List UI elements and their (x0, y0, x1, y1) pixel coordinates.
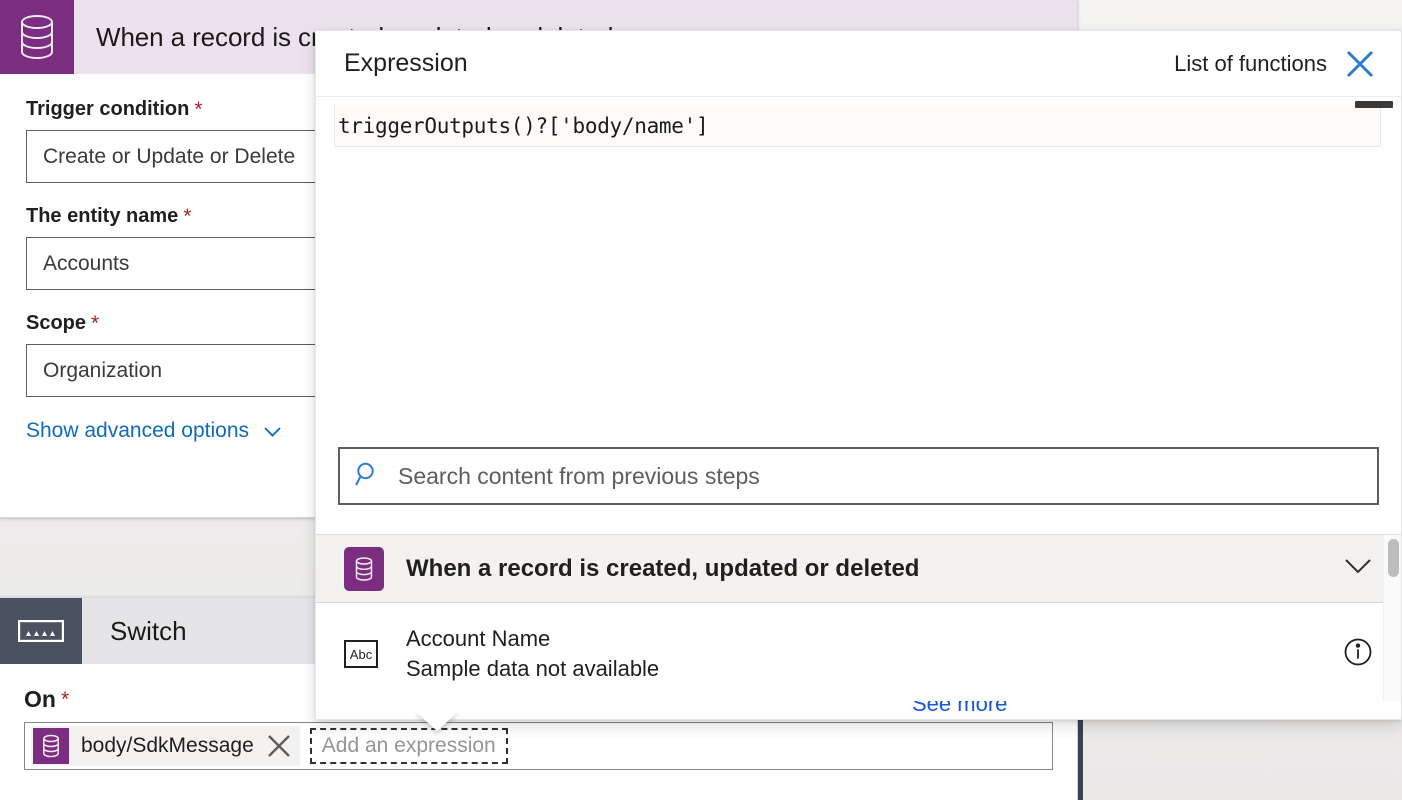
chevron-down-icon[interactable] (1341, 555, 1375, 582)
result-group-label: When a record is created, updated or del… (406, 554, 920, 582)
list-item-text: Account Name Sample data not available (406, 624, 659, 685)
add-expression-field[interactable]: Add an expression (309, 728, 508, 764)
search-input-placeholder: Search content from previous steps (398, 462, 760, 489)
callout-pointer (415, 711, 459, 731)
entity-name-value: Accounts (43, 251, 130, 275)
search-icon (354, 460, 382, 493)
info-icon[interactable] (1341, 635, 1375, 674)
expression-editor-scrollbar[interactable] (1355, 101, 1393, 108)
trigger-condition-label-text: Trigger condition (26, 98, 190, 120)
scope-label-text: Scope (26, 312, 87, 334)
results-scrollbar-thumb[interactable] (1388, 539, 1399, 577)
database-icon (33, 728, 69, 764)
database-icon (344, 546, 384, 591)
database-icon (0, 0, 74, 74)
expression-editor-wrap: triggerOutputs()?['body/name'] (316, 97, 1401, 147)
required-asterisk: * (183, 205, 192, 228)
expression-flyout-panel[interactable]: Expression List of functions triggerOutp… (315, 30, 1402, 720)
abc-text-icon: Abc (344, 640, 378, 668)
required-asterisk: * (60, 688, 70, 711)
show-advanced-options-button[interactable]: Show advanced options (26, 419, 283, 443)
flyout-footer: See more (316, 701, 1401, 719)
entity-name-label-text: The entity name (26, 205, 179, 227)
switch-card-title: Switch (110, 615, 187, 646)
expression-editor-canvas[interactable] (316, 147, 1401, 447)
dynamic-content-search-row: Search content from previous steps (316, 447, 1401, 505)
search-input[interactable]: Search content from previous steps (338, 447, 1379, 505)
token-chip-body-sdkmessage[interactable]: body/SdkMessage (31, 726, 300, 766)
trigger-condition-value: Create or Update or Delete (43, 144, 296, 168)
expression-flyout-header: Expression List of functions (316, 31, 1401, 97)
list-of-functions-link[interactable]: List of functions (1174, 51, 1327, 77)
result-group-trigger[interactable]: When a record is created, updated or del… (316, 535, 1401, 603)
abc-text-icon-label: Abc (349, 646, 373, 662)
app-root: When a record is created, updated or del… (0, 0, 1402, 800)
scope-value: Organization (43, 358, 163, 382)
dynamic-content-results: When a record is created, updated or del… (316, 535, 1401, 707)
show-advanced-options-label: Show advanced options (26, 419, 249, 442)
results-scrollbar-track[interactable] (1383, 535, 1401, 707)
switch-icon (0, 598, 82, 664)
list-item-title: Account Name (406, 625, 551, 651)
chevron-down-icon (262, 421, 283, 442)
required-asterisk: * (194, 98, 203, 121)
required-asterisk: * (91, 312, 100, 335)
close-icon[interactable] (1343, 47, 1377, 81)
on-field-input[interactable]: body/SdkMessage Add an expression (24, 722, 1053, 770)
close-icon[interactable] (262, 729, 296, 763)
list-item[interactable]: Abc Account Name Sample data not availab… (316, 603, 1401, 706)
token-chip-label: body/SdkMessage (81, 734, 254, 757)
expression-flyout-header-actions: List of functions (1174, 47, 1377, 81)
expression-input-value: triggerOutputs()?['body/name'] (338, 113, 709, 138)
expression-panel-title: Expression (344, 49, 468, 77)
on-field-label-text: On (24, 686, 56, 712)
add-expression-placeholder: Add an expression (321, 734, 496, 757)
expression-input[interactable]: triggerOutputs()?['body/name'] (334, 105, 1381, 147)
list-item-subtitle: Sample data not available (406, 656, 660, 681)
see-more-link[interactable]: See more (912, 701, 1007, 717)
